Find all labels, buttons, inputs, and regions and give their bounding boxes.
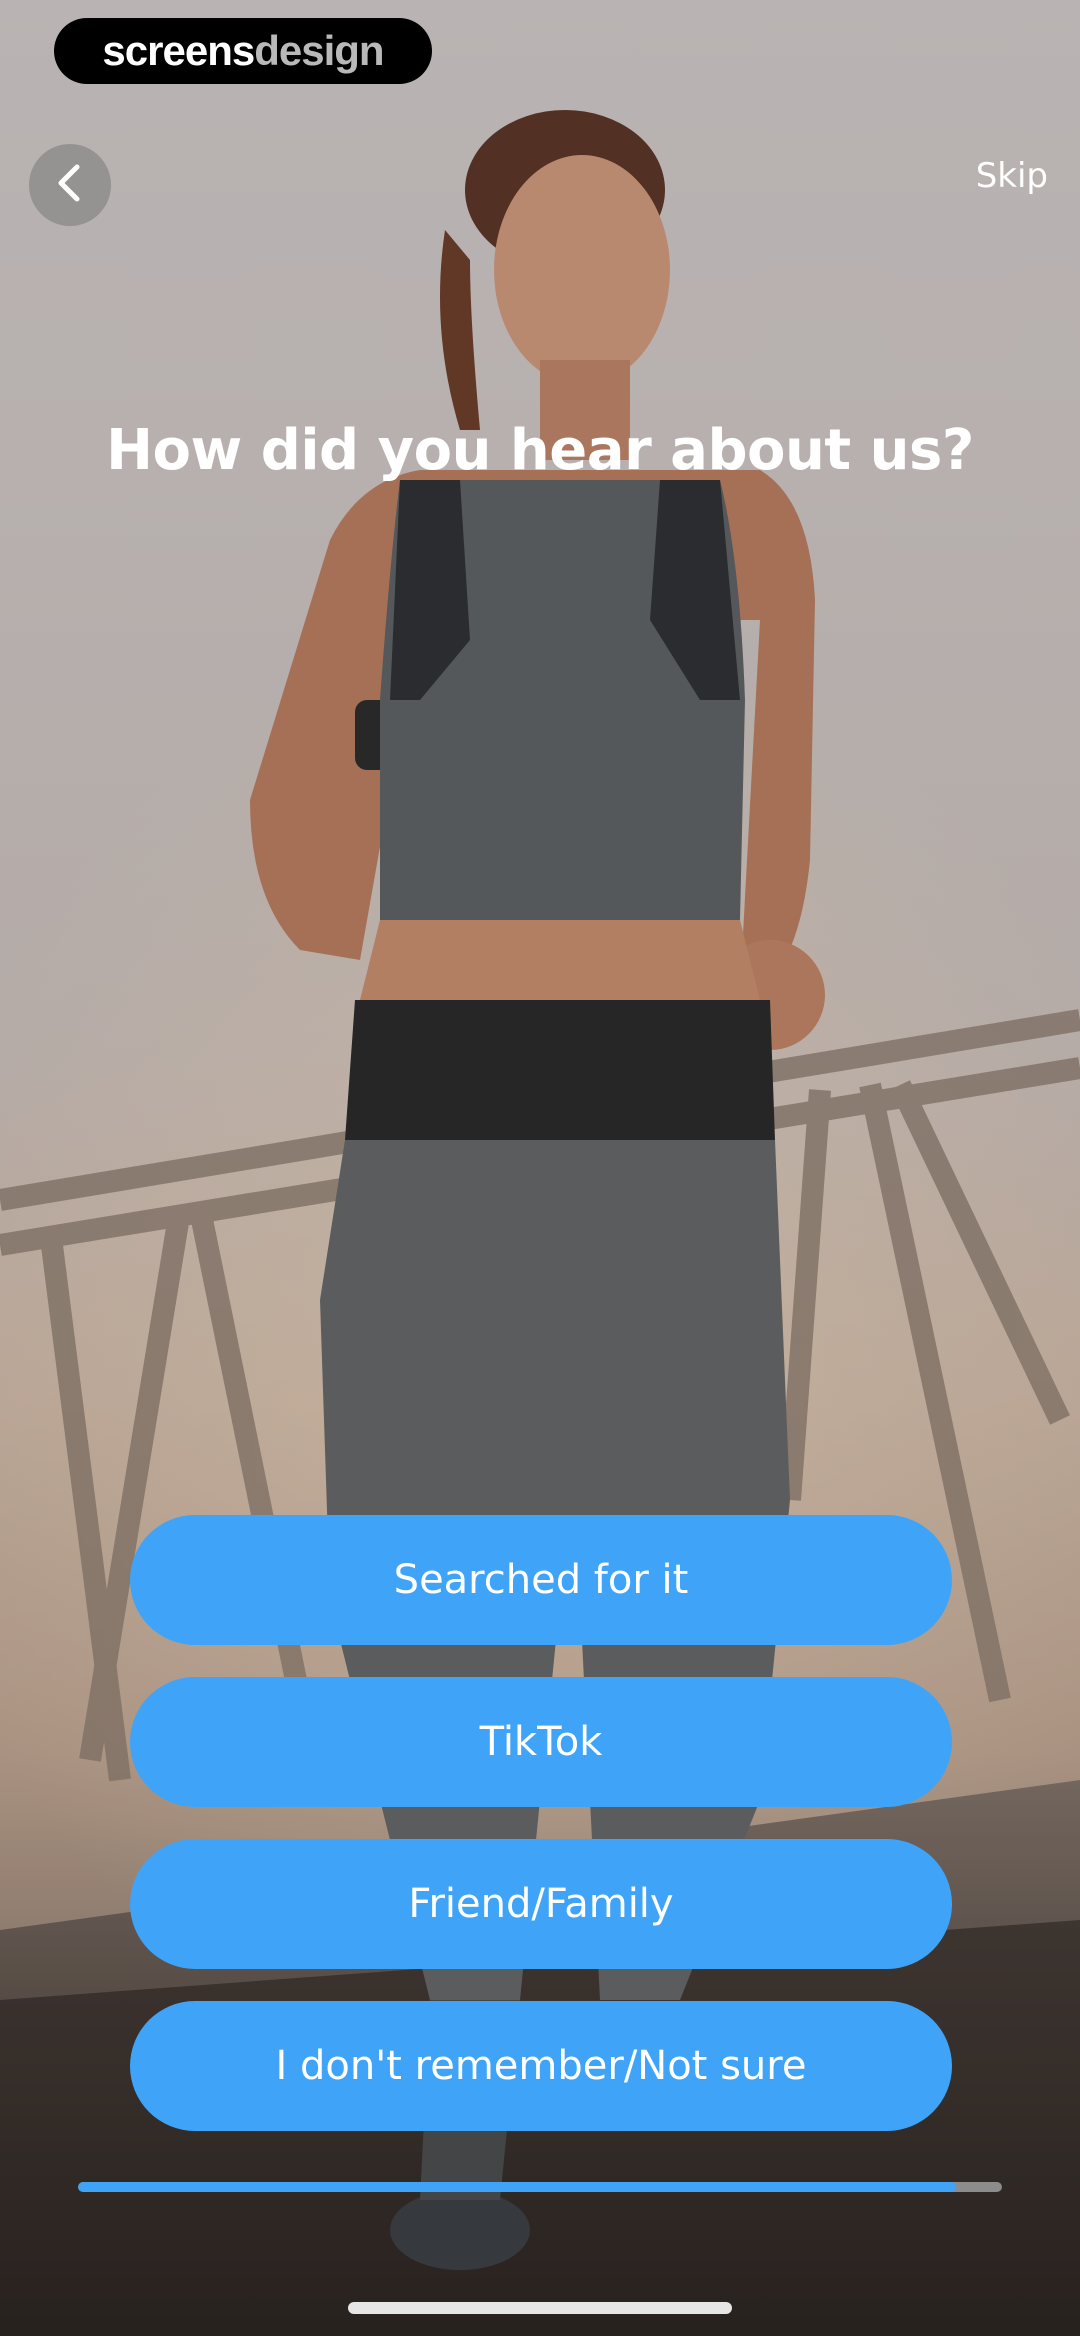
chevron-left-icon [53,163,87,207]
option-friend-family[interactable]: Friend/Family [130,1839,952,1969]
home-indicator[interactable] [348,2302,732,2314]
answer-options: Searched for it TikTok Friend/Family I d… [130,1515,952,2163]
option-tiktok[interactable]: TikTok [130,1677,952,1807]
option-not-sure[interactable]: I don't remember/Not sure [130,2001,952,2131]
logo-text-screens: screens [102,27,255,74]
back-button[interactable] [29,144,111,226]
progress-fill [78,2182,956,2192]
skip-button[interactable]: Skip [976,156,1048,196]
question-title: How did you hear about us? [106,418,974,483]
screensdesign-logo: screens design [54,18,432,84]
progress-bar [78,2182,1002,2192]
onboarding-screen: screens design Skip How did you hear abou… [0,0,1080,2336]
option-searched-for-it[interactable]: Searched for it [130,1515,952,1645]
logo-text-design: design [254,27,384,74]
